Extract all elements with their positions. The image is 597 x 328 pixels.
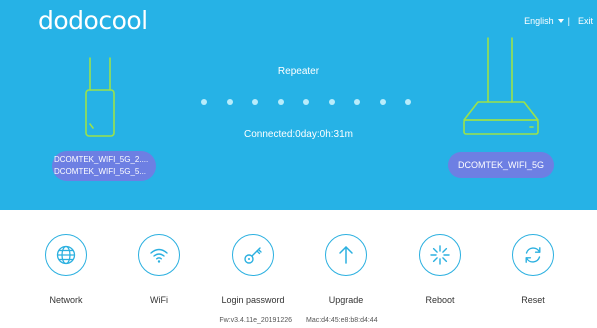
connection-dot (277, 99, 284, 105)
login-password-label: Login password (221, 295, 285, 305)
reboot-label: Reboot (425, 295, 455, 305)
login-password-button[interactable]: Login password (208, 234, 298, 305)
upgrade-button[interactable]: Upgrade (301, 234, 391, 305)
reset-button[interactable]: Reset (488, 234, 578, 305)
login-password-icon-circle (232, 234, 274, 276)
connection-dot (379, 99, 386, 105)
action-bar: Network WiFi Login password Upgrade Rebo… (0, 234, 597, 305)
reset-icon-circle (512, 234, 554, 276)
brand-logo: dodocool (38, 6, 148, 35)
reset-label: Reset (521, 295, 545, 305)
key-icon (244, 247, 262, 264)
language-selector[interactable]: English (524, 16, 564, 26)
status-panel: dodocool English | Exit Repeater Connect… (0, 0, 597, 210)
connection-dot (226, 99, 233, 105)
chevron-down-icon (557, 19, 564, 23)
connection-dot (328, 99, 335, 105)
wifi-label: WiFi (150, 295, 168, 305)
router-ssid-badge[interactable]: DCOMTEK_WIFI_5G (448, 152, 554, 178)
language-label: English (524, 16, 554, 26)
arrow-up-icon (339, 246, 353, 264)
mac-address: Mac:d4:45:e8:b8:d4:44 (305, 317, 378, 324)
upgrade-label: Upgrade (328, 295, 364, 305)
reset-icon (525, 247, 541, 263)
wifi-icon-circle (138, 234, 180, 276)
connection-dot (405, 99, 411, 105)
connection-time: Connected:0day:0h:31m (244, 129, 353, 140)
connection-dot (303, 99, 309, 105)
device-info: Fw:v3.4.11e_20191226 Mac:d4:45:e8:b8:d4:… (0, 317, 597, 324)
connection-dot (354, 99, 360, 105)
extender-ssid-5g: DCOMTEK_WIFI_5G_5... (54, 167, 147, 176)
extender-ssid-badge[interactable]: DCOMTEK_WIFI_5G_2.... DCOMTEK_WIFI_5G_5.… (52, 151, 156, 181)
reboot-icon-circle (419, 234, 461, 276)
extender-ssid-2g: DCOMTEK_WIFI_5G_2.... (54, 155, 149, 164)
top-nav: English | Exit (524, 16, 593, 26)
upgrade-icon-circle (325, 234, 367, 276)
router-device-icon (463, 37, 539, 135)
network-label: Network (49, 295, 83, 305)
network-icon-circle (45, 234, 87, 276)
nav-separator: | (567, 16, 570, 26)
connection-dot (201, 99, 207, 105)
mode-label: Repeater (277, 66, 320, 77)
connection-dots (195, 99, 415, 107)
wifi-icon (150, 248, 168, 263)
firmware-version: Fw:v3.4.11e_20191226 (219, 317, 293, 324)
globe-icon (56, 245, 76, 265)
exit-link[interactable]: Exit (578, 16, 593, 26)
connection-dot (252, 99, 258, 105)
reboot-button[interactable]: Reboot (395, 234, 485, 305)
network-button[interactable]: Network (21, 234, 111, 305)
wifi-button[interactable]: WiFi (114, 234, 204, 305)
reboot-icon (430, 245, 450, 265)
